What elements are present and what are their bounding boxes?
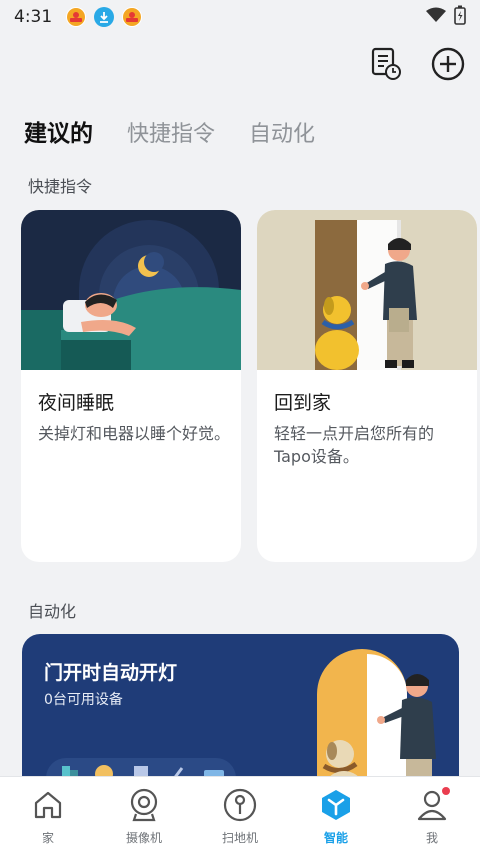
nav-label: 扫地机 [221, 831, 258, 845]
card-title: 夜间睡眠 [38, 392, 115, 414]
tab-automation[interactable]: 自动化 [249, 116, 315, 148]
back-home-illustration [257, 210, 477, 370]
status-time: 4:31 [14, 7, 53, 27]
log-icon[interactable] [368, 46, 404, 82]
header-actions [368, 46, 466, 82]
nav-label: 智能 [323, 831, 348, 845]
battery-icon [454, 5, 466, 29]
shortcut-card-night-sleep[interactable]: 夜间睡眠 关掉灯和电器以睡个好觉。 [21, 210, 241, 562]
badge-app-icon [66, 7, 87, 27]
status-bar: 4:31 [0, 0, 480, 34]
tab-bar: 建议的 快捷指令 自动化 [24, 114, 315, 148]
nav-item-home[interactable]: 家 [0, 777, 96, 854]
tab-suggested[interactable]: 建议的 [24, 114, 93, 148]
notification-badge [442, 787, 450, 795]
card-description: 关掉灯和电器以睡个好觉。 [38, 424, 231, 443]
camera-icon [126, 787, 162, 823]
wifi-icon [426, 7, 446, 27]
smart-icon [318, 787, 354, 823]
nav-label: 摄像机 [125, 831, 162, 845]
shortcuts-section-title: 快捷指令 [28, 177, 93, 196]
night-sleep-illustration [21, 210, 241, 370]
nav-item-camera[interactable]: 摄像机 [96, 777, 192, 854]
download-icon [94, 7, 115, 27]
robot-vacuum-icon [222, 787, 258, 823]
home-icon [30, 787, 66, 823]
shortcut-card-back-home[interactable]: 回到家 轻轻一点开启您所有的Tapo设备。 [257, 210, 477, 562]
tab-shortcuts[interactable]: 快捷指令 [127, 116, 215, 148]
bottom-nav: 家 摄像机 扫地机 智能 我 [0, 776, 480, 854]
automation-section-title: 自动化 [28, 602, 77, 621]
add-icon[interactable] [430, 46, 466, 82]
nav-item-robot-vacuum[interactable]: 扫地机 [192, 777, 288, 854]
card-description: 轻轻一点开启您所有的Tapo设备。 [274, 424, 435, 466]
nav-label: 家 [41, 831, 54, 845]
nav-label: 我 [425, 831, 438, 845]
nav-item-smart[interactable]: 智能 [288, 777, 384, 854]
card-title: 回到家 [274, 392, 332, 414]
badge-app-icon [122, 7, 143, 27]
nav-item-me[interactable]: 我 [384, 777, 480, 854]
